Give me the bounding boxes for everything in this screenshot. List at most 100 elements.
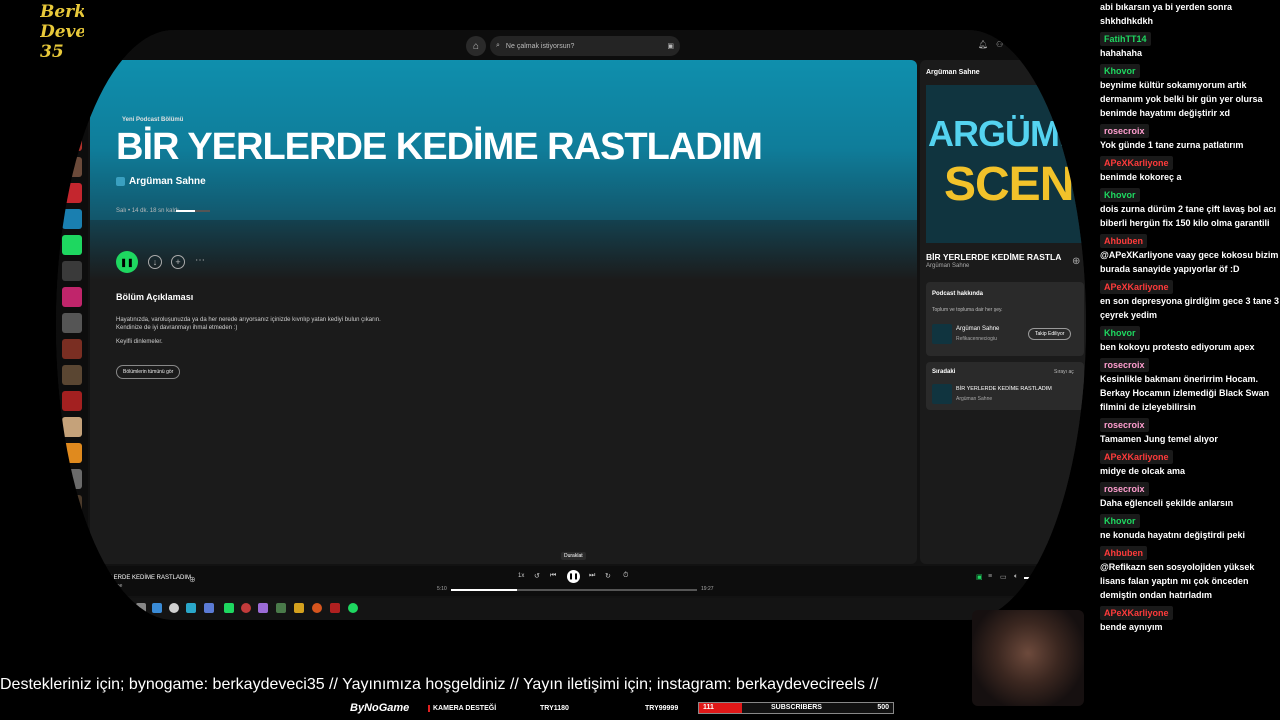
panel-header: Argüman Sahne: [926, 69, 980, 76]
download-icon[interactable]: ↓: [148, 255, 162, 269]
queue-icon[interactable]: ≡: [988, 573, 992, 580]
add-icon[interactable]: +: [171, 255, 185, 269]
chat-message: Khovor ben kokoyu protesto ediyorum apex: [1100, 326, 1280, 354]
library-item[interactable]: [62, 287, 82, 307]
taskbar-app[interactable]: [169, 603, 179, 613]
bynogame-logo: ByNoGame: [350, 702, 410, 714]
library-item[interactable]: [62, 417, 82, 437]
player-sub: Sahne: [108, 583, 123, 589]
chat-username[interactable]: Khovor: [1100, 64, 1140, 78]
next-icon[interactable]: ⏭︎: [589, 572, 595, 580]
chat-username[interactable]: Ahbuben: [1100, 234, 1147, 248]
taskbar-app[interactable]: [186, 603, 196, 613]
open-queue-link[interactable]: Sırayı aç: [1054, 369, 1074, 375]
episode-meta: Salı • 14 dk. 18 sn kaldı: [116, 208, 179, 214]
timer-icon[interactable]: ⏱︎: [623, 572, 628, 580]
chat-text: Daha eğlenceli şekilde anlarsın: [1100, 498, 1234, 508]
library-item[interactable]: [62, 261, 82, 281]
chat-username[interactable]: Ahbuben: [1100, 546, 1147, 560]
library-item[interactable]: [62, 339, 82, 359]
chat-text: beynime kültür sokamıyorum artık dermanı…: [1100, 80, 1263, 118]
player-track[interactable]: YERLERDE KEDİME RASTLADIM: [98, 575, 191, 581]
podcast-link[interactable]: Argüman Sahne: [116, 176, 206, 187]
library-item[interactable]: [62, 131, 82, 151]
chat-message: rosecroix Kesinlikle bakmanı önerirrim Ho…: [1100, 358, 1280, 414]
devices-icon[interactable]: ▭: [1000, 573, 1007, 581]
ticker-text: Destekleriniz için; bynogame: berkaydeve…: [0, 676, 879, 693]
library-item[interactable]: [62, 183, 82, 203]
chat-text: abi bıkarsın ya bi yerden sonra shkhdhkd…: [1100, 2, 1233, 26]
pause-button[interactable]: ❚❚: [116, 251, 138, 273]
taskbar-app[interactable]: [152, 603, 162, 613]
library-item[interactable]: [62, 157, 82, 177]
all-episodes-button[interactable]: Bölümlerin tümünü gör: [116, 365, 181, 379]
chat-username[interactable]: rosecroix: [1100, 124, 1149, 138]
chat-username[interactable]: Khovor: [1100, 514, 1140, 528]
library-item[interactable]: [62, 209, 82, 229]
taskbar-app[interactable]: [241, 603, 251, 613]
queue-title: Sıradaki: [932, 369, 956, 375]
chat-message: rosecroix Yok günde 1 tane zurna patlatır…: [1100, 124, 1280, 152]
chat-username[interactable]: APeXKarliyone: [1100, 156, 1173, 170]
now-playing-view-icon[interactable]: ▣: [976, 573, 983, 581]
taskbar-app[interactable]: [330, 603, 340, 613]
chat-message: rosecroix Daha eğlenceli şekilde anlarsın: [1100, 482, 1280, 510]
library-item[interactable]: [62, 495, 82, 515]
chat-text: @Refikazn sen sosyolojiden yüksek lisans…: [1100, 562, 1255, 600]
queue-thumb: [932, 384, 952, 404]
library-item[interactable]: [62, 235, 82, 255]
bell-icon[interactable]: 🔔︎: [978, 40, 988, 49]
chat-username[interactable]: rosecroix: [1100, 418, 1149, 432]
seek-bar[interactable]: [451, 589, 697, 591]
library-item[interactable]: [62, 469, 82, 489]
chat-username[interactable]: rosecroix: [1100, 358, 1149, 372]
cover-art: ARGÜME SCEN: [926, 85, 1084, 243]
player-pause-button[interactable]: ❚❚: [567, 570, 580, 583]
library-item[interactable]: [62, 521, 82, 541]
volume-slider[interactable]: [1024, 577, 1044, 579]
library-item[interactable]: [62, 443, 82, 463]
queue-track[interactable]: BİR YERLERDE KEDİME RASTLADIM: [956, 386, 1052, 392]
spotify-taskbar-icon[interactable]: [348, 603, 358, 613]
friends-icon[interactable]: ⚇: [996, 40, 1003, 49]
library-item[interactable]: [62, 313, 82, 333]
taskbar-app[interactable]: [224, 603, 234, 613]
search-input[interactable]: ⌕ Ne çalmak istiyorsun? ▣: [490, 36, 680, 56]
library-item[interactable]: [62, 391, 82, 411]
taskbar-app[interactable]: [258, 603, 268, 613]
chat-username[interactable]: Khovor: [1100, 188, 1140, 202]
home-icon[interactable]: ⌂: [466, 36, 486, 56]
volume-icon[interactable]: 🔈︎: [1014, 573, 1018, 581]
forward-icon[interactable]: ↻: [605, 572, 611, 580]
library-item[interactable]: [62, 105, 82, 125]
chat-text: dois zurna dürüm 2 tane çift lavaş bol a…: [1100, 204, 1277, 228]
previous-icon[interactable]: ⏮︎: [550, 572, 556, 580]
chat-username[interactable]: APeXKarliyone: [1100, 450, 1173, 464]
more-options-icon[interactable]: ⋯: [195, 255, 205, 266]
add-circle-icon[interactable]: ⊕: [1072, 256, 1080, 267]
follow-button[interactable]: Takip Ediliyor: [1028, 328, 1072, 340]
chat-text: midye de olcak ama: [1100, 466, 1186, 476]
chat-message: APeXKarliyone midye de olcak ama: [1100, 450, 1280, 478]
taskbar-app[interactable]: [294, 603, 304, 613]
chat-username[interactable]: Khovor: [1100, 326, 1140, 340]
chat-text: hahahaha: [1100, 48, 1143, 58]
taskbar-app[interactable]: [204, 603, 214, 613]
chat-username[interactable]: APeXKarliyone: [1100, 606, 1173, 620]
chat-text: ben kokoyu protesto ediyorum apex: [1100, 342, 1255, 352]
chat-username[interactable]: FatihTT14: [1100, 32, 1151, 46]
taskbar-app[interactable]: [276, 603, 286, 613]
about-title: Podcast hakkında: [932, 291, 984, 297]
browse-icon[interactable]: ▣: [667, 42, 674, 50]
subscriber-goal: 500: [877, 704, 889, 711]
library-item[interactable]: [62, 365, 82, 385]
add-icon[interactable]: ⊕: [189, 575, 196, 584]
chat-username[interactable]: APeXKarliyone: [1100, 280, 1173, 294]
about-avatar: [932, 324, 952, 344]
taskbar-app[interactable]: [312, 603, 322, 613]
taskbar-app[interactable]: [136, 603, 146, 613]
rewind-icon[interactable]: ↺: [534, 572, 540, 580]
chat-username[interactable]: rosecroix: [1100, 482, 1149, 496]
speed-button[interactable]: 1x: [518, 573, 524, 579]
chat-text: en son depresyona girdiğim gece 3 tane 3…: [1100, 296, 1280, 320]
